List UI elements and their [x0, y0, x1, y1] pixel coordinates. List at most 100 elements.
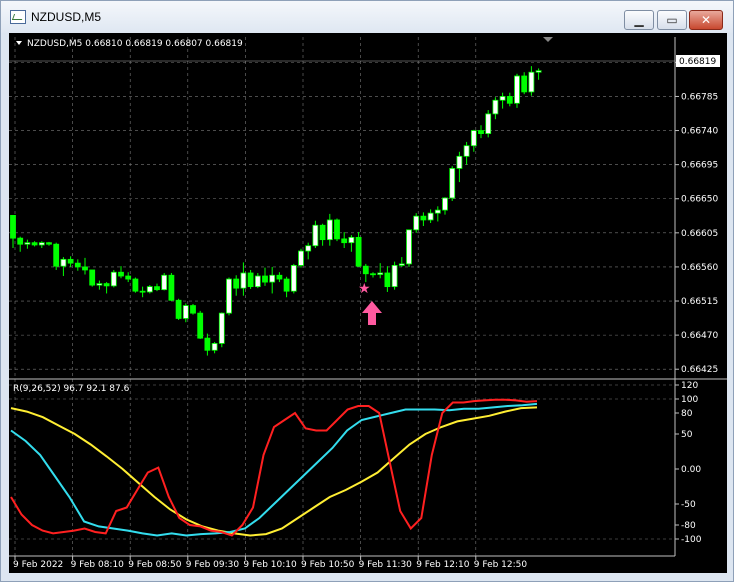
- candle-body: [283, 278, 290, 292]
- indicator-tick-label: -80: [681, 521, 696, 531]
- candle-body: [103, 283, 110, 287]
- candle-body: [506, 96, 513, 104]
- candle-body: [139, 290, 146, 293]
- chart-window: NZDUSD,M5 ▁ ▭ ✕ NZDUSD,M5 0.66810 0.6681…: [0, 0, 734, 582]
- signal-star-icon: ★: [358, 281, 371, 297]
- candle-body: [290, 265, 297, 292]
- candle-body: [46, 242, 52, 245]
- candle-body: [521, 75, 528, 93]
- price-tick-label: 0.66650: [681, 195, 718, 205]
- candle-body: [514, 75, 520, 104]
- candle-body: [377, 272, 384, 275]
- candle-body: [276, 274, 283, 280]
- time-label: 9 Feb 11:30: [359, 560, 413, 570]
- candle-body: [355, 236, 362, 267]
- candle-body: [247, 272, 254, 288]
- candle-body: [442, 197, 448, 211]
- candle-body: [391, 265, 398, 288]
- candle-body: [262, 275, 268, 283]
- candle-body: [175, 299, 182, 319]
- candle-body: [161, 274, 168, 291]
- candle-body: [89, 269, 96, 286]
- chart-header: NZDUSD,M5 0.66810 0.66819 0.66807 0.6681…: [27, 39, 243, 49]
- candle-body: [24, 242, 31, 245]
- candle-body: [74, 262, 81, 268]
- price-tick-label: 0.66515: [681, 297, 718, 307]
- minimize-button[interactable]: ▁: [624, 10, 654, 30]
- candle-body: [211, 343, 218, 351]
- candle-body: [406, 229, 412, 265]
- chart-canvas[interactable]: NZDUSD,M5 0.66810 0.66819 0.66807 0.6681…: [9, 33, 727, 573]
- candle-body: [492, 99, 499, 115]
- candle-body: [53, 243, 60, 267]
- candle-body: [60, 258, 67, 267]
- maximize-icon: ▭: [666, 13, 678, 27]
- candle-body: [125, 275, 132, 280]
- chart-window-icon: [10, 10, 26, 24]
- candle-body: [384, 272, 391, 288]
- candle-body: [312, 224, 319, 247]
- candle-body: [132, 278, 139, 292]
- candle-body: [254, 275, 261, 288]
- candle-body: [154, 286, 160, 291]
- candle-body: [110, 271, 117, 287]
- candle-body: [82, 266, 88, 271]
- candle-body: [218, 312, 225, 344]
- candle-body: [420, 215, 427, 221]
- candle-body: [370, 273, 376, 276]
- price-tick-label: 0.66785: [681, 92, 718, 102]
- time-label: 9 Feb 08:10: [71, 560, 125, 570]
- candle-body: [434, 209, 441, 214]
- price-tick-label: 0.66560: [681, 263, 718, 273]
- candle-body: [499, 96, 506, 101]
- indicator-header: R(9,26,52) 96.7 92.1 87.6: [13, 384, 130, 394]
- candle-body: [463, 145, 470, 157]
- candle-body: [319, 224, 326, 241]
- indicator-tick-label: 100: [681, 395, 698, 405]
- time-label: 9 Feb 09:30: [186, 560, 240, 570]
- time-label: 9 Feb 2022: [13, 560, 63, 570]
- candle-body: [535, 70, 542, 73]
- price-tick-label: 0.66695: [681, 161, 718, 171]
- candle-body: [470, 130, 477, 147]
- candle-body: [168, 274, 175, 301]
- time-label: 9 Feb 10:50: [301, 560, 355, 570]
- time-label: 9 Feb 12:50: [474, 560, 528, 570]
- price-tick-label: 0.66605: [681, 229, 718, 239]
- candle-body: [182, 305, 189, 319]
- candle-body: [118, 271, 124, 277]
- candle-body: [67, 258, 74, 264]
- time-label: 9 Feb 10:10: [243, 560, 297, 570]
- close-button[interactable]: ✕: [689, 10, 723, 30]
- candle-body: [456, 155, 463, 169]
- candle-body: [17, 237, 24, 245]
- maximize-button[interactable]: ▭: [657, 10, 687, 30]
- candle-body: [427, 212, 434, 221]
- candle-body: [348, 236, 355, 244]
- candle-body: [197, 312, 204, 339]
- candle-body: [413, 215, 420, 231]
- candle-body: [226, 278, 232, 314]
- indicator-tick-label: -50: [681, 500, 696, 510]
- price-tick-label: 0.66425: [681, 365, 718, 375]
- candle-body: [449, 168, 456, 199]
- candle-body: [485, 113, 492, 134]
- candle-body: [326, 219, 333, 241]
- candle-body: [478, 130, 484, 134]
- candle-body: [38, 242, 45, 246]
- close-icon: ✕: [700, 13, 712, 27]
- candle-body: [334, 219, 340, 240]
- candle-body: [233, 278, 240, 289]
- window-title: NZDUSD,M5: [31, 10, 102, 24]
- candle-body: [146, 286, 153, 293]
- candle-body: [528, 71, 535, 93]
- minimize-icon: ▁: [634, 13, 644, 27]
- indicator-tick-label: 120: [681, 381, 698, 391]
- chart-background: [9, 33, 727, 573]
- title-bar[interactable]: NZDUSD,M5 ▁ ▭ ✕: [1, 1, 733, 33]
- candle-body: [10, 215, 16, 239]
- indicator-tick-label: 0.00: [681, 465, 701, 475]
- candle-body: [96, 283, 103, 286]
- chart-area[interactable]: NZDUSD,M5 0.66810 0.66819 0.66807 0.6681…: [9, 33, 727, 573]
- time-label: 9 Feb 08:50: [128, 560, 182, 570]
